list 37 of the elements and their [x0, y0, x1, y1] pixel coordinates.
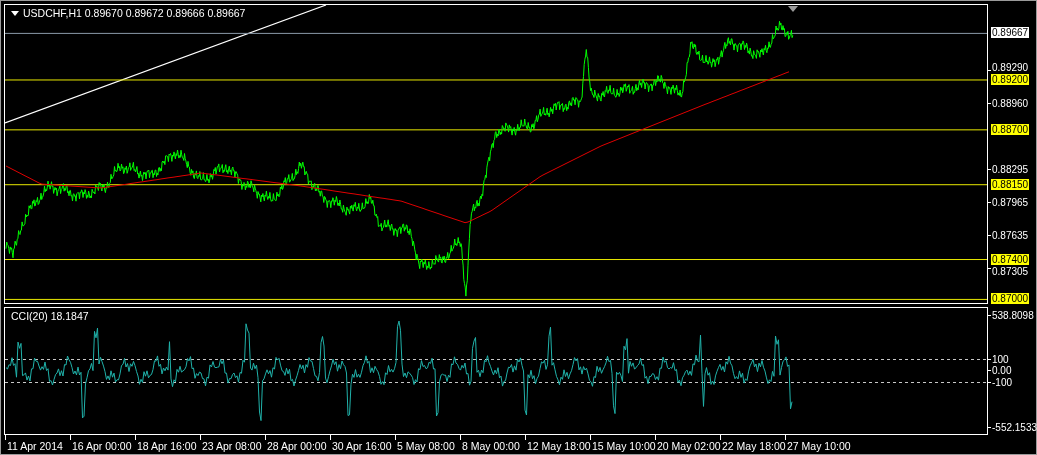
cci-axis-label: -100	[991, 376, 1013, 388]
time-axis-label: 23 Apr 08:00	[202, 440, 262, 452]
price-axis-label: 0.87305	[991, 265, 1030, 277]
time-axis-label: 5 May 08:00	[397, 440, 455, 452]
horizontal-level-line[interactable]	[5, 184, 987, 186]
price-axis-label: 0.87635	[991, 230, 1030, 242]
time-axis-label: 12 May 18:00	[527, 440, 591, 452]
time-axis-label: 18 Apr 16:00	[137, 440, 197, 452]
price-level-label: 0.87000	[991, 293, 1030, 305]
time-axis-label: 16 Apr 00:00	[72, 440, 132, 452]
price-axis-label: 0.88295	[991, 164, 1030, 176]
cci-axis-label: 100	[991, 353, 1010, 365]
price-axis-label: 0.88960	[991, 97, 1030, 109]
time-axis-label: 22 May 18:00	[722, 440, 786, 452]
price-level-label: 0.87400	[991, 253, 1030, 265]
time-axis-label: 30 Apr 16:00	[332, 440, 392, 452]
horizontal-level-line[interactable]	[5, 259, 987, 261]
time-axis-label: 27 May 10:00	[787, 440, 851, 452]
price-level-label: 0.88150	[991, 178, 1030, 190]
dropdown-arrow-icon[interactable]	[11, 10, 19, 16]
chart-title: USDCHF,H1 0.89670 0.89672 0.89666 0.89667	[23, 7, 246, 19]
price-axis-label: 0.89290	[991, 61, 1030, 73]
indicator-title: CCI(20) 18.1847	[11, 310, 89, 322]
time-axis-label: 20 May 02:00	[657, 440, 721, 452]
time-axis-label: 11 Apr 2014	[7, 440, 63, 452]
cci-axis-label: 538.8098	[991, 310, 1035, 321]
current-price-label: 0.89667	[991, 27, 1030, 39]
price-level-label: 0.88700	[991, 123, 1030, 135]
price-axis-label: 0.87965	[991, 197, 1030, 209]
time-axis-label: 8 May 00:00	[462, 440, 520, 452]
horizontal-level-line[interactable]	[5, 298, 987, 300]
time-axis-label: 28 Apr 00:00	[267, 440, 327, 452]
time-axis-label: 15 May 10:00	[592, 440, 656, 452]
cci-axis-label: 0.00	[991, 365, 1013, 376]
triangle-icon	[788, 6, 798, 12]
price-level-label: 0.89200	[991, 73, 1030, 85]
trend-line[interactable]	[5, 5, 327, 124]
